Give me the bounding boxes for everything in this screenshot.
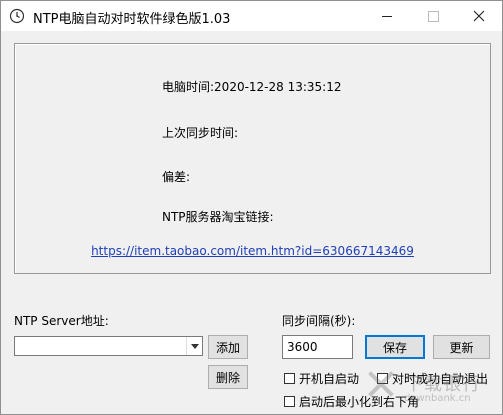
startup-checkbox[interactable] <box>284 372 295 384</box>
minimize-button[interactable] <box>364 1 410 31</box>
update-button[interactable]: 更新 <box>433 335 490 359</box>
computer-time-text: 电脑时间:2020-12-28 13:35:12 <box>162 80 342 94</box>
ntp-server-label: NTP Server地址: <box>14 314 109 328</box>
sync-interval-input[interactable] <box>283 336 352 358</box>
chevron-down-icon[interactable] <box>186 337 202 355</box>
title-bar: NTP电脑自动对时软件绿色版1.03 <box>1 1 502 31</box>
close-icon <box>473 10 485 22</box>
auto-exit-checkbox[interactable] <box>377 372 388 384</box>
auto-exit-option[interactable]: 对时成功自动退出 <box>377 370 488 386</box>
taobao-link-label: NTP服务器淘宝链接: <box>162 210 274 224</box>
ntp-server-select[interactable] <box>14 336 203 356</box>
clock-icon <box>9 8 25 24</box>
close-button[interactable] <box>456 1 502 31</box>
sync-interval-field[interactable] <box>282 335 353 359</box>
minimize-corner-label: 启动后最小化到右下角 <box>299 394 420 409</box>
minimize-corner-option[interactable]: 启动后最小化到右下角 <box>284 393 419 409</box>
ntp-window: NTP电脑自动对时软件绿色版1.03 电脑时间:2020-12-28 13:35… <box>0 0 503 415</box>
offset-text: 偏差: <box>162 170 191 184</box>
startup-option[interactable]: 开机自启动 <box>284 370 359 386</box>
startup-label: 开机自启动 <box>299 371 360 386</box>
window-title: NTP电脑自动对时软件绿色版1.03 <box>33 12 231 27</box>
taobao-link[interactable]: https://item.taobao.com/item.htm?id=6306… <box>15 244 490 258</box>
sync-interval-label: 同步间隔(秒): <box>282 314 356 328</box>
auto-exit-label: 对时成功自动退出 <box>392 371 489 386</box>
maximize-button[interactable] <box>410 1 456 31</box>
save-button[interactable]: 保存 <box>365 335 425 359</box>
minimize-corner-checkbox[interactable] <box>284 395 295 407</box>
maximize-icon <box>427 10 439 22</box>
last-sync-time-text: 上次同步时间: <box>162 126 239 140</box>
minimize-icon <box>382 15 392 17</box>
add-button[interactable]: 添加 <box>208 335 248 359</box>
delete-button[interactable]: 删除 <box>208 365 248 389</box>
info-panel: 电脑时间:2020-12-28 13:35:12 上次同步时间: 偏差: NTP… <box>14 43 491 274</box>
